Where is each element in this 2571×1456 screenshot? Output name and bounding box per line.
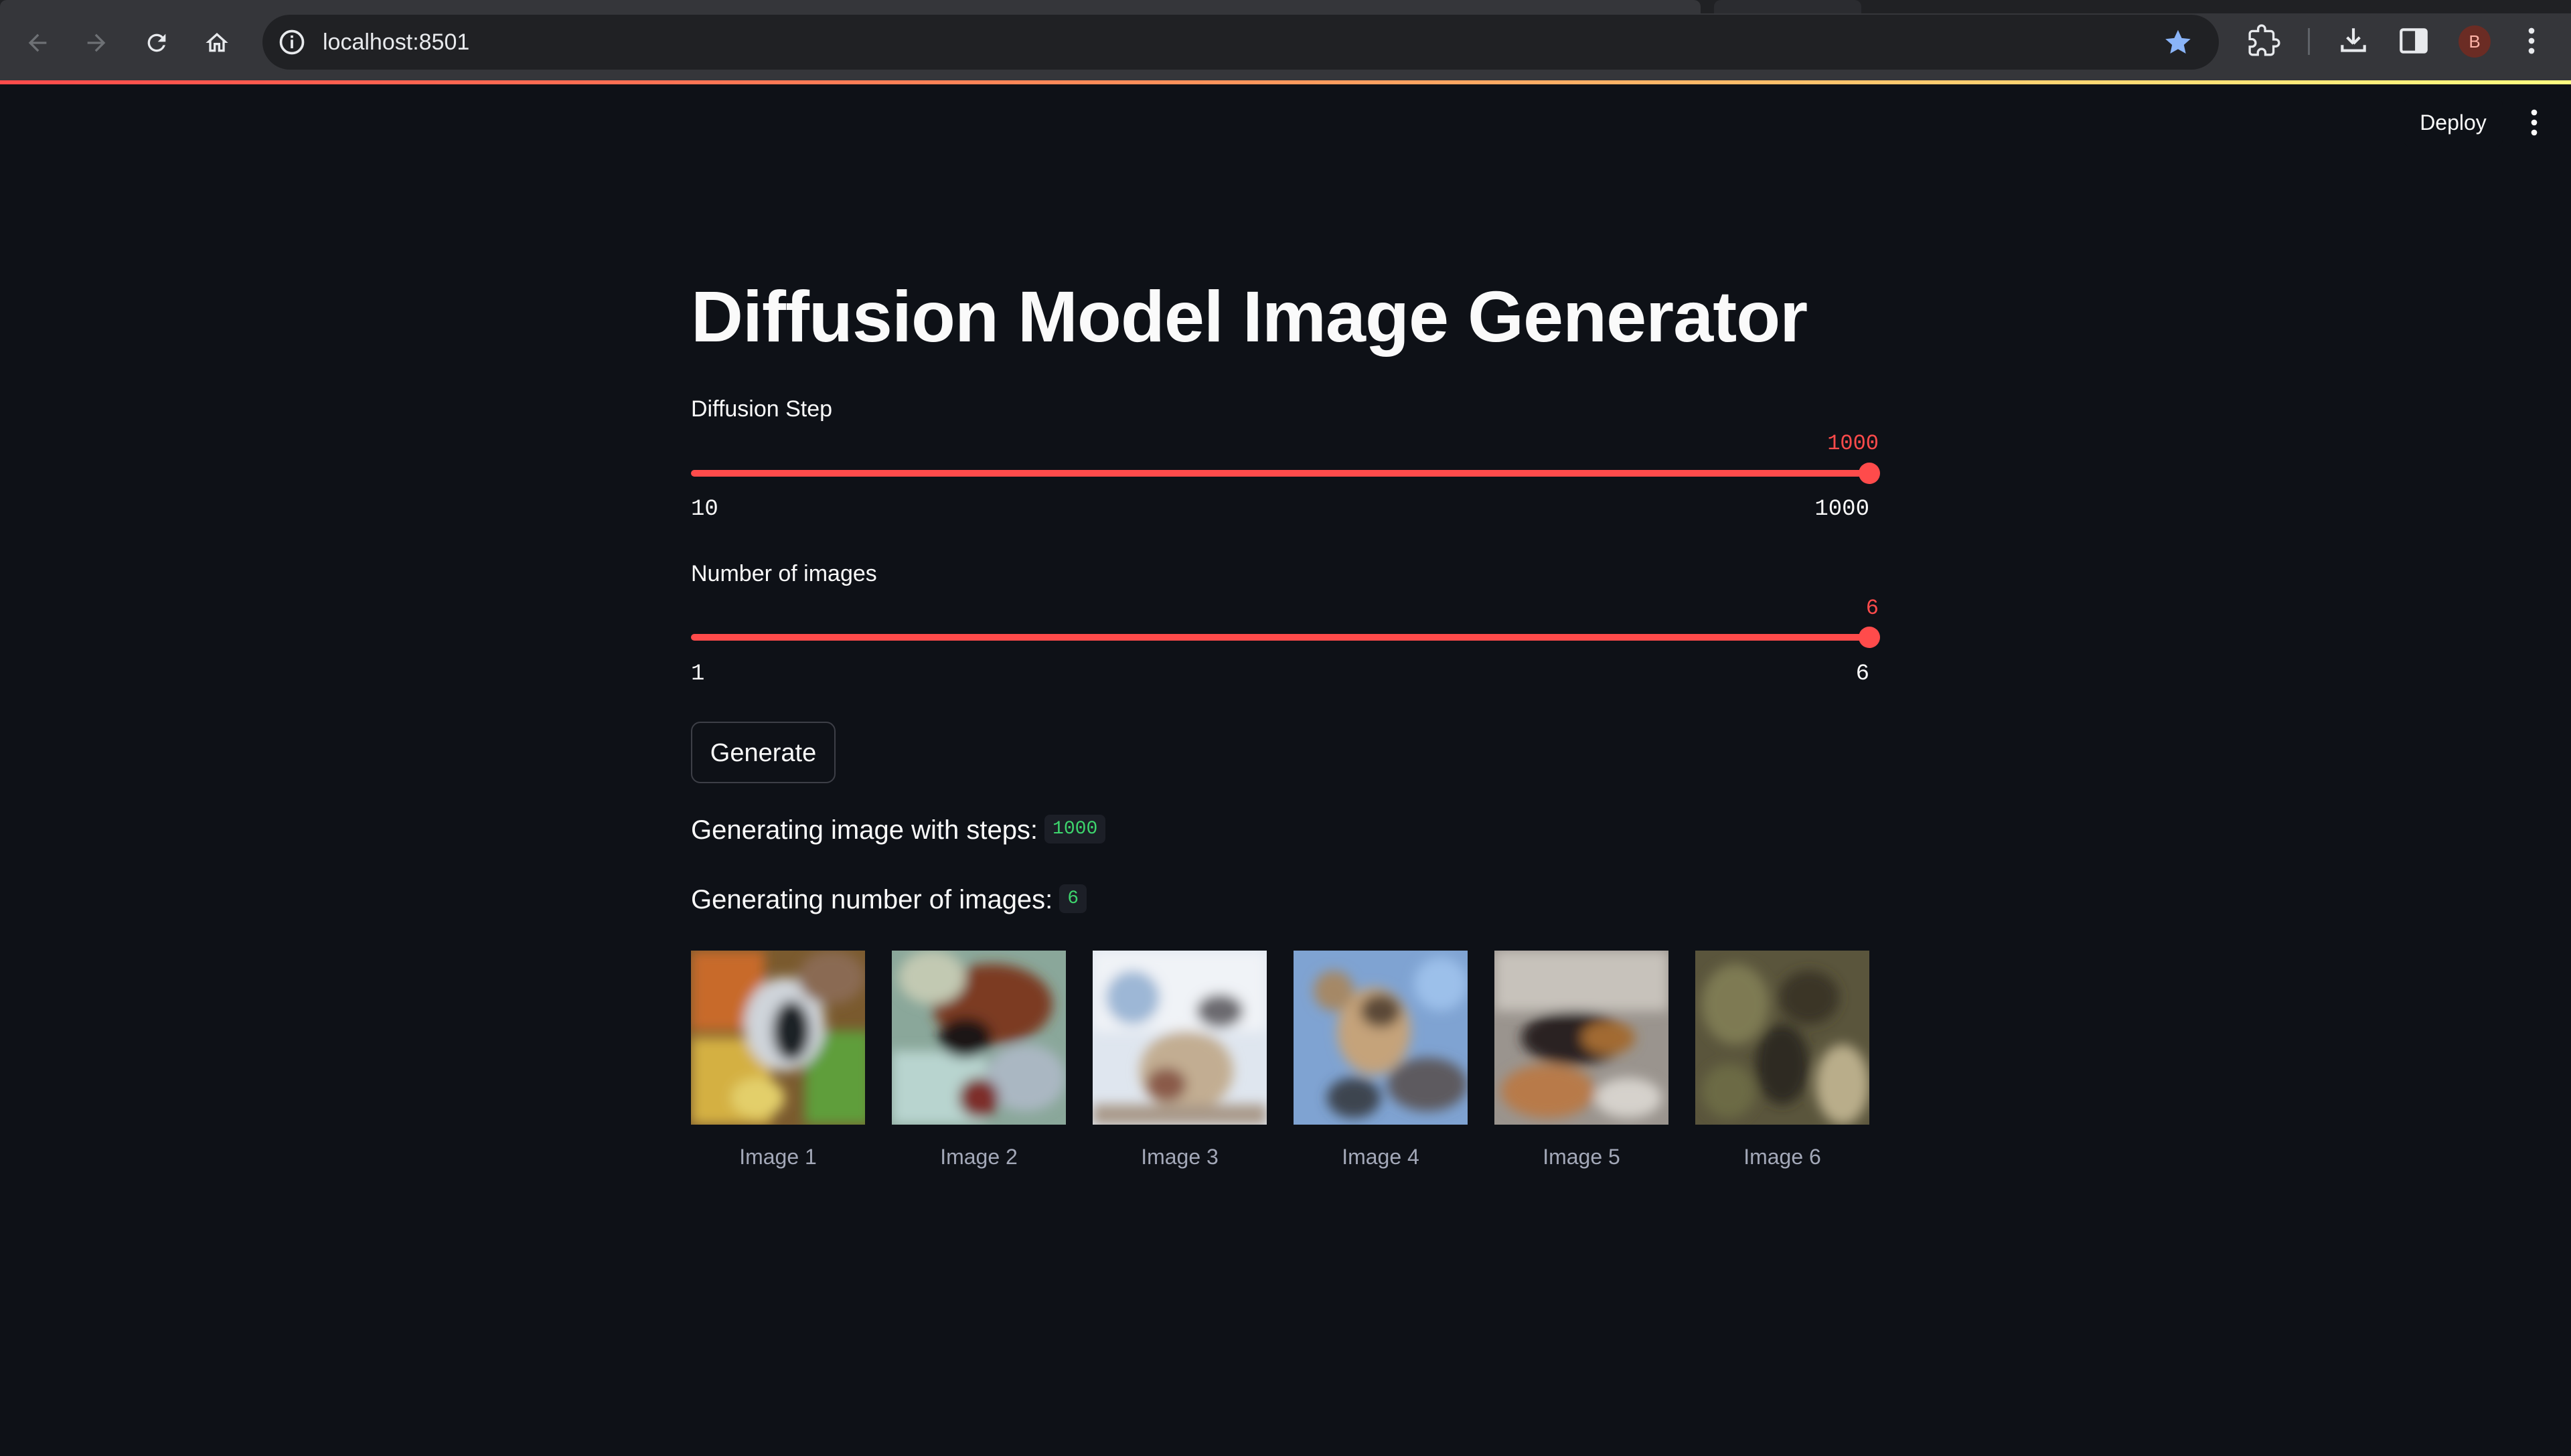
steps-info: Generating image with steps: 1000 [691,814,1106,846]
forward-button[interactable] [76,23,116,63]
deploy-button[interactable]: Deploy [2404,98,2503,147]
image-gallery: Image 1 Image 2 Image 3 Image 4 Image 5 … [691,951,1869,1178]
image-3-caption: Image 3 [1141,1145,1219,1169]
generated-image-2[interactable] [892,951,1066,1125]
number-of-images-slider-track[interactable] [691,634,1869,641]
browser-menu-icon[interactable] [2521,24,2542,58]
address-bar[interactable]: localhost:8501 [262,15,2219,70]
generated-image-4[interactable] [1294,951,1468,1125]
generated-image-5[interactable] [1494,951,1668,1125]
reload-button[interactable] [137,23,177,63]
diffusion-step-slider-track[interactable] [691,470,1869,477]
number-of-images-slider-thumb[interactable] [1859,627,1880,648]
tab-strip [0,0,2571,13]
steps-info-text: Generating image with steps: [691,815,1038,845]
number-of-images-label: Number of images [691,561,877,586]
diffusion-step-value: 1000 [1827,431,1879,456]
diffusion-step-max: 1000 [1814,497,1869,522]
app-menu-icon[interactable] [2524,106,2544,139]
page-title: Diffusion Model Image Generator [691,276,1808,357]
generated-image-3[interactable] [1093,951,1267,1125]
count-info-text: Generating number of images: [691,885,1053,914]
active-tab[interactable] [0,0,1701,13]
diffusion-step-label: Diffusion Step [691,396,833,422]
profile-avatar[interactable]: B [2459,25,2491,58]
browser-toolbar: localhost:8501 B [0,0,2571,80]
streamlit-decoration-bar [0,80,2571,84]
count-info-code: 6 [1059,884,1087,913]
diffusion-step-min: 10 [691,497,718,522]
image-6-caption: Image 6 [1743,1145,1821,1169]
reload-icon [147,33,166,52]
arrow-right-icon [87,33,106,52]
toolbar-separator [2308,28,2310,55]
image-4-caption: Image 4 [1342,1145,1419,1169]
number-of-images-max: 6 [1855,661,1869,687]
image-1-caption: Image 1 [739,1145,817,1169]
generated-image-1[interactable] [691,951,865,1125]
arrow-left-icon [28,33,47,52]
generate-button[interactable]: Generate [691,722,836,783]
home-button[interactable] [197,23,237,63]
extensions-icon[interactable] [2247,24,2280,58]
home-icon [206,33,228,52]
number-of-images-value: 6 [1865,596,1879,621]
image-2-caption: Image 2 [940,1145,1018,1169]
image-5-caption: Image 5 [1543,1145,1620,1169]
diffusion-step-slider-thumb[interactable] [1859,463,1880,484]
count-info: Generating number of images: 6 [691,884,1087,916]
download-icon[interactable] [2337,24,2370,58]
generated-image-6[interactable] [1695,951,1869,1125]
side-panel-icon[interactable] [2397,24,2430,58]
steps-info-code: 1000 [1044,814,1106,843]
back-button[interactable] [17,23,58,63]
url-text[interactable]: localhost:8501 [323,15,469,70]
bookmark-star-icon[interactable] [2163,27,2193,58]
site-info-icon[interactable] [277,27,307,57]
number-of-images-min: 1 [691,661,705,687]
inactive-tab[interactable] [1714,0,1861,13]
